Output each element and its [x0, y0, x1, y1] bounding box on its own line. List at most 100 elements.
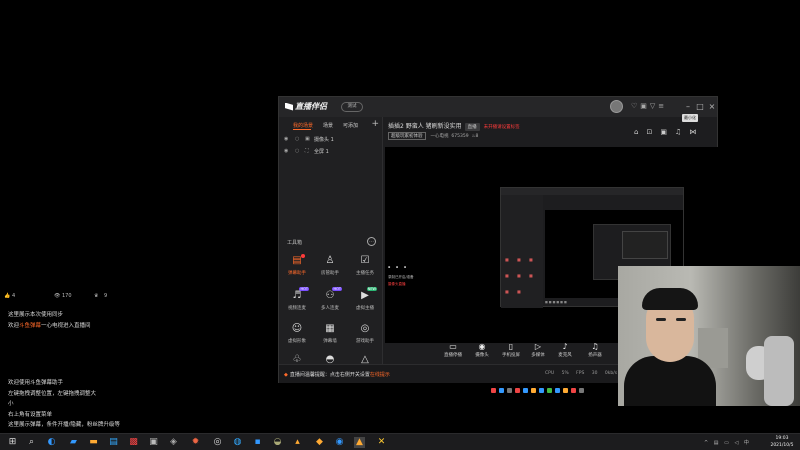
logo-icon — [285, 102, 293, 111]
tool-label: 游戏助手 — [356, 339, 374, 344]
status-tip[interactable]: ◆ 直播间温馨提醒：点击右侧开关设置在线提示 — [284, 371, 390, 378]
tab-addable[interactable]: 可添加 — [343, 122, 358, 129]
mic-icon: ♬ — [292, 290, 302, 301]
eye-icon[interactable]: ◉ — [284, 148, 288, 154]
room-prefix: 一心电视 — [430, 134, 449, 139]
crown-count: 9 — [104, 293, 108, 299]
app-icon[interactable]: ▴ — [292, 437, 303, 448]
status-tip-text: 直播间温馨提醒：点击右侧开关设置 — [289, 372, 370, 378]
tool-game-helper[interactable]: ◎ 游戏助手 — [350, 323, 380, 351]
tool-label: 虚拟主播 — [356, 306, 374, 311]
close-button[interactable]: × — [706, 100, 718, 113]
record-icon[interactable]: ▣ — [660, 128, 675, 136]
view-icon: 👁 — [54, 293, 61, 299]
stream-title-row: 插插2 野蛮人 猪刷新没实用 直播 未开播请设置标签 — [388, 121, 520, 131]
avatar-icon: ☺ — [291, 323, 303, 334]
nested-tool-icon: ■ — [529, 257, 533, 262]
like-icon: 👍 — [4, 293, 11, 299]
bell-icon[interactable]: ♫ — [675, 128, 689, 136]
share-icon[interactable]: ⋈ — [689, 128, 704, 136]
app-icon[interactable]: ◆ — [314, 437, 325, 448]
lock-icon[interactable]: ○ — [295, 148, 299, 154]
lock-icon[interactable]: ⊡ — [646, 128, 660, 136]
app-icon[interactable]: ▪ — [252, 437, 263, 448]
control-camera[interactable]: ◉ 摄像头 — [469, 342, 495, 362]
version-pill[interactable]: 测试 — [341, 102, 363, 112]
source-label: 全屏 1 — [314, 149, 329, 155]
webcam-person-hair — [642, 288, 698, 310]
taskbar-clock[interactable]: 19:03 2021/10/5 — [767, 435, 797, 449]
toolbox-header: 工具箱 — [287, 240, 303, 246]
source-item[interactable]: ◉ ○ ▣ 摄像头 1 — [284, 135, 380, 145]
tool-anchor-task[interactable]: ☑ 主播任务 — [350, 255, 380, 283]
tool-beauty[interactable]: ◓ — [315, 354, 345, 364]
control-label: 直播停播 — [444, 353, 462, 358]
tool-barrage-helper[interactable]: ▤ 弹幕助手 — [282, 254, 312, 283]
add-scene-button[interactable]: + — [371, 119, 379, 129]
tab-my-scene[interactable]: 我的场景 — [293, 122, 313, 129]
clock-date: 2021/10/5 — [770, 443, 794, 448]
stream-title[interactable]: 插插2 野蛮人 猪刷新没实用 — [388, 123, 462, 130]
user-avatar[interactable] — [610, 100, 623, 113]
app-icon[interactable]: ◉ — [334, 437, 345, 448]
fans-count: 8 — [475, 134, 479, 139]
volume-icon[interactable]: ◁ — [734, 440, 740, 446]
control-speaker[interactable]: ♫ 扬声器 — [582, 342, 608, 362]
maximize-button[interactable]: □ — [694, 100, 706, 113]
tool-virtual-anchor[interactable]: ▶ 虚拟主播 NEW — [350, 287, 380, 318]
windows-start-icon[interactable]: ⊞ — [7, 437, 18, 448]
edge-icon[interactable]: ◐ — [46, 437, 57, 448]
browser-icon[interactable]: ◍ — [232, 437, 243, 448]
store-icon[interactable]: ⌂ — [634, 128, 646, 136]
shield-icon[interactable]: ♡ — [631, 102, 640, 110]
ime-icon[interactable]: 中 — [744, 440, 751, 446]
control-label: 摄像头 — [475, 353, 489, 358]
control-microphone[interactable]: ♪ 麦克风 — [552, 342, 578, 362]
category-button[interactable]: 超级玩家初体验 — [388, 132, 426, 140]
minimize-button[interactable]: – — [682, 100, 694, 113]
search-icon[interactable]: ⌕ — [26, 437, 37, 448]
app-icon[interactable]: ✕ — [376, 437, 387, 448]
battery-icon[interactable]: ▭ — [724, 440, 731, 446]
toolbox-more-button[interactable]: … — [367, 237, 376, 246]
control-phone-cast[interactable]: ▯ 手机投屏 — [498, 342, 524, 362]
tray-arrow-icon[interactable]: ^ — [704, 440, 710, 446]
source-item[interactable]: ◉ ○ ⛶ 全屏 1 — [284, 147, 380, 157]
message-icon[interactable]: ▣ — [640, 102, 650, 110]
tool-live-settings[interactable]: ♧ — [282, 354, 312, 364]
nested-tool-icon: ■ — [505, 257, 509, 262]
app-icon[interactable]: ◒ — [272, 437, 283, 448]
webcam-person-eye — [656, 318, 666, 321]
control-screen-capture[interactable]: ▭ 直播停播 — [440, 342, 466, 362]
chat-icon[interactable]: ◎ — [212, 437, 223, 448]
eye-icon[interactable]: ◉ — [284, 136, 288, 142]
tool-video-link[interactable]: ♬ 视频连麦 HOT — [282, 287, 312, 318]
status-tip-link[interactable]: 在线提示 — [370, 372, 390, 378]
menu-icon[interactable]: ≡ — [658, 102, 667, 110]
preview-line-2: 摄像头直播 — [388, 282, 406, 286]
tool-more[interactable]: △ — [350, 354, 380, 364]
folder-icon[interactable]: ▬ — [88, 437, 99, 448]
live-companion-taskbar-icon[interactable]: ▲ — [354, 437, 365, 448]
tab-scene[interactable]: 场景 — [323, 122, 333, 129]
stream-info-row: 超级玩家初体验 一心电视 675359 ♨8 — [388, 132, 478, 140]
steam-icon[interactable]: ◈ — [168, 437, 179, 448]
game-icon[interactable]: ✹ — [190, 437, 201, 448]
tool-multi-link[interactable]: ⚇ 多人连麦 HOT — [315, 287, 345, 318]
media-player-icon[interactable]: ▣ — [148, 437, 159, 448]
tool-virtual-avatar[interactable]: ☺ 虚拟形象 — [282, 323, 312, 351]
lock-icon[interactable]: ○ — [295, 136, 299, 142]
game-icon: ◎ — [360, 323, 370, 334]
control-media[interactable]: ▷ 多媒体 — [525, 342, 551, 362]
webcam-person-body — [624, 356, 716, 406]
stream-tag[interactable]: 直播 — [464, 122, 480, 131]
store-icon[interactable]: ▤ — [108, 437, 119, 448]
tool-barrage-wall[interactable]: ▦ 弹幕墙 — [315, 323, 345, 351]
app-icon[interactable]: ▩ — [128, 437, 139, 448]
nested-tool-icon: ■ — [517, 273, 521, 278]
stream-warning[interactable]: 未开播请设置标签 — [484, 125, 520, 130]
mail-icon[interactable]: ▰ — [68, 437, 79, 448]
dock-icon — [531, 388, 536, 393]
network-icon[interactable]: ▤ — [714, 440, 721, 446]
tool-room-admin[interactable]: ♙ 房管助手 — [315, 255, 345, 283]
